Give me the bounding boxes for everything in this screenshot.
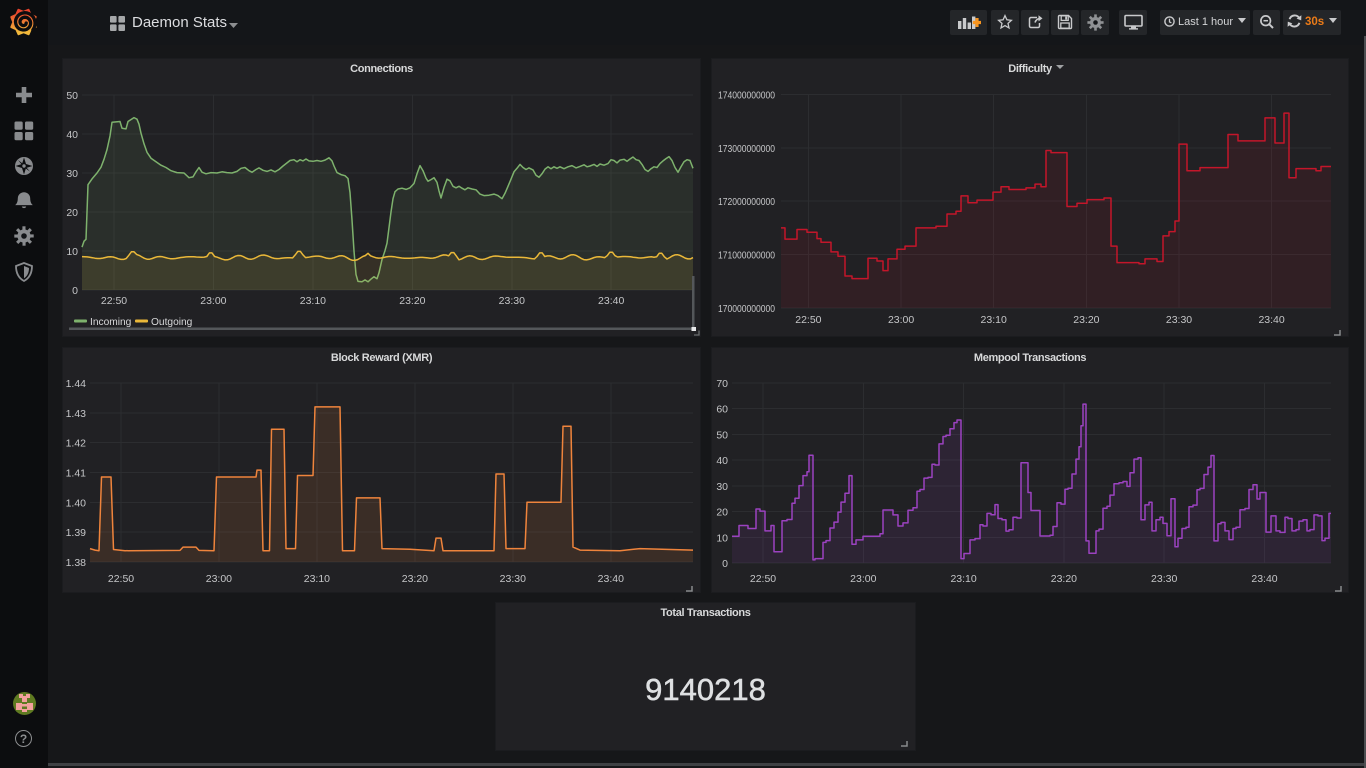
svg-text:23:20: 23:20 (1073, 314, 1099, 326)
svg-text:23:00: 23:00 (850, 573, 876, 585)
svg-text:1.43: 1.43 (66, 408, 87, 420)
svg-text:20: 20 (66, 207, 78, 219)
svg-text:20: 20 (716, 507, 728, 519)
svg-text:174000000000: 174000000000 (718, 89, 775, 101)
svg-text:23:40: 23:40 (1258, 314, 1284, 326)
svg-text:30: 30 (716, 481, 728, 493)
svg-text:23:30: 23:30 (1166, 314, 1192, 326)
svg-text:40: 40 (66, 129, 78, 141)
svg-text:173000000000: 173000000000 (718, 143, 775, 155)
svg-text:23:40: 23:40 (598, 573, 624, 585)
svg-text:23:40: 23:40 (598, 295, 624, 307)
svg-text:1.40: 1.40 (66, 497, 87, 509)
svg-text:23:20: 23:20 (402, 573, 428, 585)
svg-text:1.41: 1.41 (66, 468, 87, 480)
svg-text:60: 60 (716, 404, 728, 416)
svg-text:22:50: 22:50 (108, 573, 134, 585)
svg-text:23:30: 23:30 (500, 573, 526, 585)
svg-text:1.42: 1.42 (66, 438, 87, 450)
svg-text:Incoming: Incoming (90, 317, 132, 328)
svg-text:23:10: 23:10 (981, 314, 1007, 326)
svg-text:170000000000: 170000000000 (718, 303, 775, 315)
svg-text:70: 70 (716, 378, 728, 390)
svg-text:50: 50 (66, 90, 78, 102)
svg-text:23:30: 23:30 (1151, 573, 1177, 585)
svg-text:172000000000: 172000000000 (718, 196, 775, 208)
svg-text:0: 0 (722, 558, 728, 570)
svg-text:23:10: 23:10 (950, 573, 976, 585)
svg-text:23:00: 23:00 (888, 314, 914, 326)
svg-text:23:40: 23:40 (1251, 573, 1277, 585)
svg-text:22:50: 22:50 (795, 314, 821, 326)
svg-text:40: 40 (716, 455, 728, 467)
svg-text:1.39: 1.39 (66, 527, 87, 539)
svg-text:0: 0 (72, 285, 78, 297)
svg-text:23:20: 23:20 (1051, 573, 1077, 585)
svg-text:22:50: 22:50 (101, 295, 127, 307)
svg-text:10: 10 (716, 532, 728, 544)
svg-text:Outgoing: Outgoing (151, 317, 193, 328)
svg-text:10: 10 (66, 246, 78, 258)
svg-text:23:00: 23:00 (200, 295, 226, 307)
svg-text:23:20: 23:20 (399, 295, 425, 307)
svg-text:23:30: 23:30 (499, 295, 525, 307)
svg-text:1.38: 1.38 (66, 557, 87, 569)
svg-text:23:10: 23:10 (300, 295, 326, 307)
svg-text:23:00: 23:00 (206, 573, 232, 585)
svg-text:50: 50 (716, 429, 728, 441)
svg-text:23:10: 23:10 (304, 573, 330, 585)
svg-text:30: 30 (66, 168, 78, 180)
svg-text:171000000000: 171000000000 (718, 250, 775, 262)
svg-text:22:50: 22:50 (750, 573, 776, 585)
svg-text:1.44: 1.44 (66, 378, 87, 390)
